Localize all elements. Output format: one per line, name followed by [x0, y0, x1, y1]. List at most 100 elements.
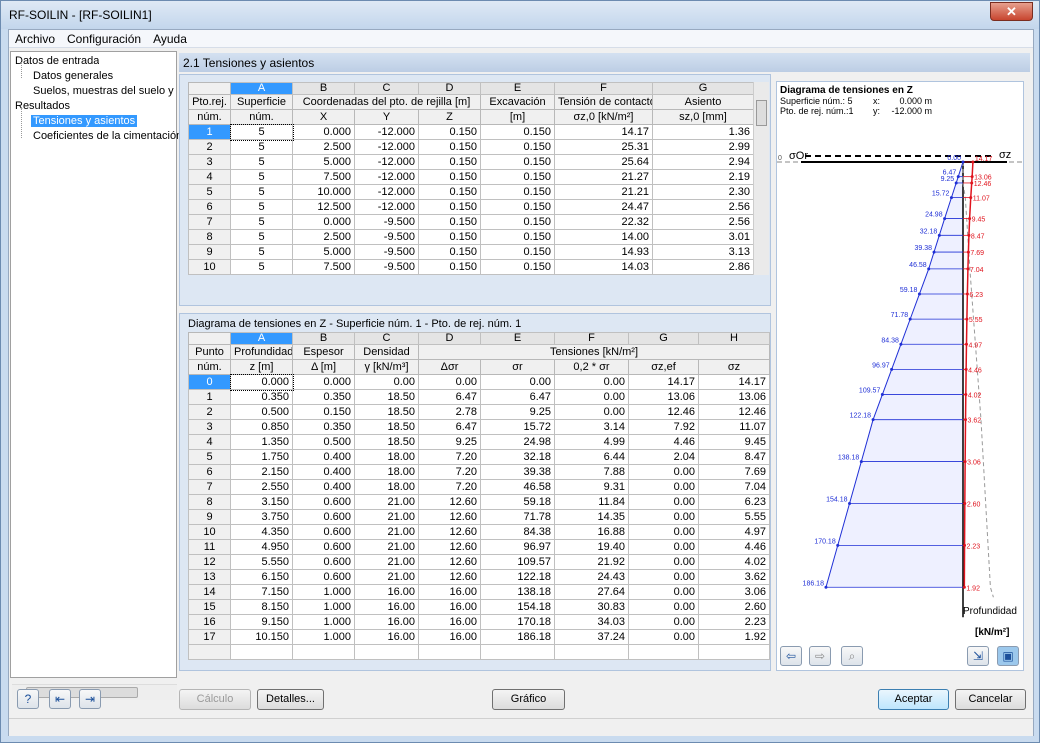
table-cell[interactable]: 27.64: [555, 585, 629, 600]
table-cell[interactable]: 0.350: [293, 390, 355, 405]
table-cell[interactable]: 3.13: [653, 245, 754, 260]
table-cell[interactable]: 0.150: [481, 125, 555, 140]
table-row[interactable]: 750.000-9.5000.1500.15022.322.56: [189, 215, 754, 230]
table-cell[interactable]: 0.150: [481, 200, 555, 215]
table-cell[interactable]: 21.27: [555, 170, 653, 185]
table-cell[interactable]: 32.18: [481, 450, 555, 465]
table-cell[interactable]: 5.000: [293, 245, 355, 260]
table-cell[interactable]: 0.00: [555, 405, 629, 420]
table-cell[interactable]: 2.94: [653, 155, 754, 170]
row-number[interactable]: 5: [189, 185, 231, 200]
table-cell[interactable]: 0.600: [293, 570, 355, 585]
table-cell[interactable]: 3.14: [555, 420, 629, 435]
table-cell[interactable]: 18.50: [355, 420, 419, 435]
table-cell[interactable]: 0.600: [293, 555, 355, 570]
table-cell[interactable]: 2.500: [293, 230, 355, 245]
table-cell[interactable]: 0.00: [355, 375, 419, 390]
table-cell[interactable]: 2.04: [629, 450, 699, 465]
table-cell[interactable]: 7.04: [699, 480, 770, 495]
row-number[interactable]: 1: [189, 390, 231, 405]
table-cell[interactable]: 0.00: [629, 615, 699, 630]
table-cell[interactable]: 14.17: [555, 125, 653, 140]
table-cell[interactable]: 1.92: [699, 630, 770, 645]
table-cell[interactable]: 0.150: [419, 245, 481, 260]
table-cell[interactable]: 16.00: [355, 585, 419, 600]
table-cell[interactable]: 0.150: [481, 245, 555, 260]
row-number[interactable]: 2: [189, 405, 231, 420]
row-number[interactable]: 3: [189, 155, 231, 170]
table-cell[interactable]: 7.20: [419, 450, 481, 465]
table-cell[interactable]: 10.000: [293, 185, 355, 200]
table-cell[interactable]: 7.500: [293, 260, 355, 275]
table-cell[interactable]: 0.150: [481, 140, 555, 155]
table-cell[interactable]: 16.00: [419, 630, 481, 645]
table-cell[interactable]: 14.93: [555, 245, 653, 260]
help-icon[interactable]: ?: [17, 689, 39, 709]
table-cell[interactable]: 0.150: [419, 215, 481, 230]
table-row[interactable]: 1710.1501.00016.0016.00186.1837.240.001.…: [189, 630, 770, 645]
table-cell[interactable]: 5: [231, 155, 293, 170]
table-cell[interactable]: 14.03: [555, 260, 653, 275]
table-cell[interactable]: 4.46: [629, 435, 699, 450]
table-cell[interactable]: 3.01: [653, 230, 754, 245]
table-row[interactable]: 51.7500.40018.007.2032.186.442.048.47: [189, 450, 770, 465]
table-cell[interactable]: 0.00: [419, 375, 481, 390]
table-cell[interactable]: 4.97: [699, 525, 770, 540]
table-cell[interactable]: 5: [231, 200, 293, 215]
table-cell[interactable]: 0.00: [629, 480, 699, 495]
top-table-scrollbar[interactable]: [753, 82, 769, 275]
table-cell[interactable]: 1.000: [293, 585, 355, 600]
table-cell[interactable]: 24.43: [555, 570, 629, 585]
row-number[interactable]: 10: [189, 525, 231, 540]
table-cell[interactable]: 4.350: [231, 525, 293, 540]
row-number[interactable]: 14: [189, 585, 231, 600]
tree-datos-generales[interactable]: Datos generales: [33, 70, 113, 82]
table-cell[interactable]: -12.000: [355, 125, 419, 140]
graphic-button[interactable]: Gráfico: [492, 689, 565, 710]
row-number[interactable]: 9: [189, 510, 231, 525]
table-cell[interactable]: 16.00: [355, 600, 419, 615]
row-number[interactable]: 12: [189, 555, 231, 570]
details-button[interactable]: Detalles...: [257, 689, 324, 710]
table-cell[interactable]: 0.150: [481, 155, 555, 170]
table-cell[interactable]: 3.62: [699, 570, 770, 585]
table-cell[interactable]: 2.86: [653, 260, 754, 275]
close-button[interactable]: ✕: [990, 2, 1033, 21]
table-row[interactable]: 125.5500.60021.0012.60109.5721.920.004.0…: [189, 555, 770, 570]
table-cell[interactable]: 96.97: [481, 540, 555, 555]
table-cell[interactable]: 16.00: [355, 630, 419, 645]
table-cell[interactable]: 21.21: [555, 185, 653, 200]
table-cell[interactable]: 5: [231, 185, 293, 200]
table-cell[interactable]: 18.00: [355, 450, 419, 465]
table-cell[interactable]: 3.06: [699, 585, 770, 600]
row-number[interactable]: 3: [189, 420, 231, 435]
table-cell[interactable]: 5: [231, 245, 293, 260]
tree-coeficientes[interactable]: Coeficientes de la cimentación: [33, 130, 182, 142]
table-cell[interactable]: 84.38: [481, 525, 555, 540]
table-cell[interactable]: 12.46: [699, 405, 770, 420]
table-cell[interactable]: 12.500: [293, 200, 355, 215]
table-cell[interactable]: 0.150: [481, 215, 555, 230]
tree-datos-entrada[interactable]: Datos de entrada: [15, 55, 99, 67]
table-cell[interactable]: 12.60: [419, 540, 481, 555]
table-cell[interactable]: 15.72: [481, 420, 555, 435]
table-cell[interactable]: 0.00: [629, 555, 699, 570]
view-button[interactable]: ⇲: [967, 646, 989, 666]
table-cell[interactable]: 0.00: [481, 375, 555, 390]
table-cell[interactable]: 1.350: [231, 435, 293, 450]
row-number[interactable]: 2: [189, 140, 231, 155]
tree-suelos[interactable]: Suelos, muestras del suelo y ca: [33, 85, 176, 97]
table-cell[interactable]: 11.84: [555, 495, 629, 510]
table-cell[interactable]: -9.500: [355, 230, 419, 245]
table-cell[interactable]: 2.56: [653, 200, 754, 215]
table-row[interactable]: 355.000-12.0000.1500.15025.642.94: [189, 155, 754, 170]
row-number[interactable]: 5: [189, 450, 231, 465]
table-cell[interactable]: 5: [231, 125, 293, 140]
row-number[interactable]: 7: [189, 215, 231, 230]
table-cell[interactable]: 24.47: [555, 200, 653, 215]
row-number[interactable]: 8: [189, 230, 231, 245]
table-cell[interactable]: 9.150: [231, 615, 293, 630]
table-cell[interactable]: 1.000: [293, 630, 355, 645]
table-cell[interactable]: -12.000: [355, 140, 419, 155]
table-cell[interactable]: 9.25: [481, 405, 555, 420]
